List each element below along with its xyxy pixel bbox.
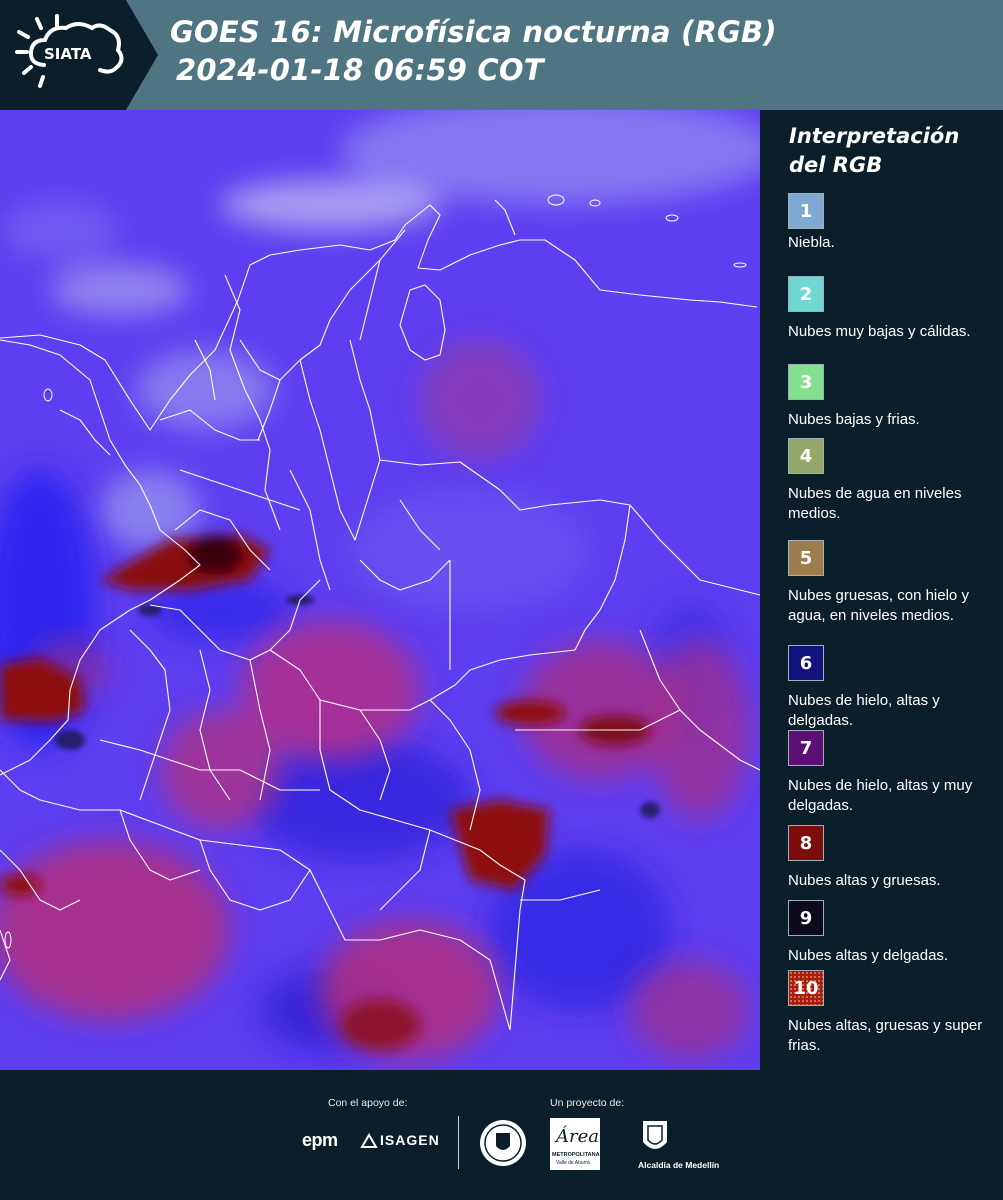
project-caption: Un proyecto de: (550, 1097, 625, 1109)
alcaldia-logo-text: Alcaldía de Medellín (638, 1160, 720, 1170)
university-seal-logo[interactable] (478, 1118, 528, 1173)
epm-logo[interactable]: epm (302, 1130, 338, 1151)
legend-label: Nubes de hielo, altas y muy delgadas. (788, 777, 973, 814)
legend-label: Nubes de agua en niveles medios. (788, 485, 962, 522)
support-caption: Con el apoyo de: (328, 1097, 408, 1109)
legend-label: Nubes altas y delgadas. (788, 947, 949, 964)
legend-label: Nubes de hielo, altas y delgadas. (788, 692, 940, 729)
legend-swatch: 1 (788, 193, 824, 229)
medellin-shield-icon (643, 1121, 667, 1149)
legend-swatch: 6 (788, 645, 824, 681)
footer-divider (458, 1116, 459, 1169)
legend-label: Nubes muy bajas y cálidas. (788, 323, 971, 340)
legend-swatch: 4 (788, 438, 824, 474)
legend-label: Niebla. (788, 234, 835, 251)
legend-swatch: 3 (788, 364, 824, 400)
area-logo-subtext: METROPOLITANA (552, 1152, 600, 1158)
isagen-symbol-icon (360, 1133, 378, 1148)
legend-label: Nubes bajas y frias. (788, 411, 920, 428)
footer: Con el apoyo de: Un proyecto de: epm ISA… (0, 1070, 1003, 1200)
legend-label: Nubes altas, gruesas y super frias. (788, 1017, 983, 1054)
legend-swatch: 5 (788, 540, 824, 576)
area-metropolitana-logo[interactable]: Área METROPOLITANA Valle de Aburrá (550, 1118, 600, 1170)
legend-swatch: 2 (788, 276, 824, 312)
epm-logo-text: epm (302, 1130, 338, 1150)
university-seal-icon (480, 1120, 526, 1166)
legend-swatch: 8 (788, 825, 824, 861)
legend-swatch: 10 (788, 970, 824, 1006)
isagen-logo-text: ISAGEN (380, 1132, 440, 1148)
legend-swatch: 7 (788, 730, 824, 766)
header-bar: SIATA GOES 16: Microfísica nocturna (RGB… (0, 0, 1003, 110)
siata-logo[interactable]: SIATA (0, 0, 158, 110)
page-title: GOES 16: Microfísica nocturna (RGB) (170, 15, 777, 49)
area-logo-subtext-2: Valle de Aburrá (556, 1160, 590, 1166)
legend-label: Nubes gruesas, con hielo y agua, en nive… (788, 587, 969, 624)
timestamp: 2024-01-18 06:59 COT (176, 53, 544, 87)
siata-logo-text: SIATA (44, 45, 92, 63)
satellite-image[interactable] (0, 110, 760, 1070)
legend-title: Interpretación del RGB (789, 124, 960, 177)
legend-swatch: 9 (788, 900, 824, 936)
legend-label: Nubes altas y gruesas. (788, 872, 941, 889)
legend-panel: Interpretación del RGB 1 Niebla. 2 Nubes mu… (760, 110, 1003, 1070)
area-logo-text: Área (556, 1126, 599, 1147)
